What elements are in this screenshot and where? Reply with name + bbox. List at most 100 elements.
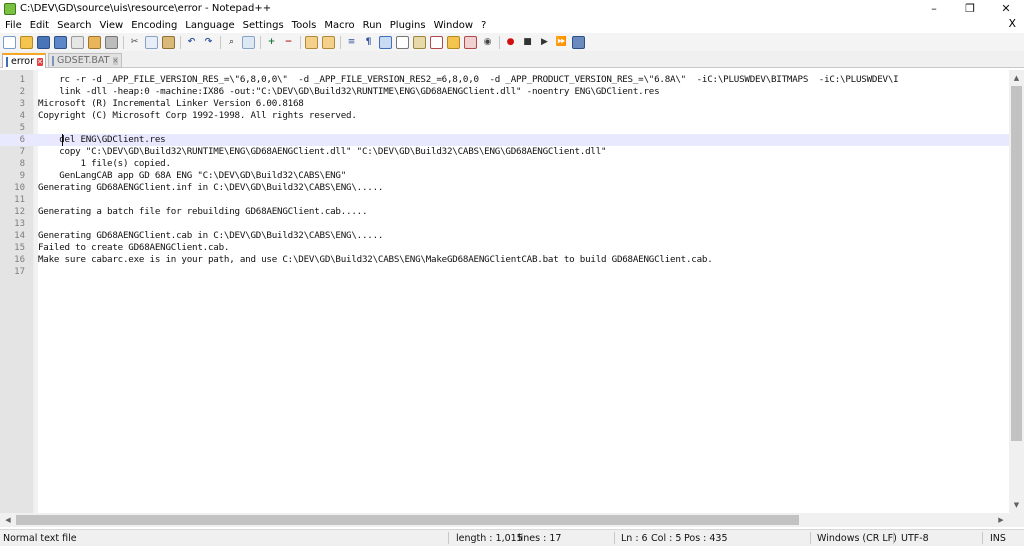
editor-line[interactable]: 4 Copyright (C) Microsoft Corp 1992-1998.…	[0, 110, 1009, 122]
editor-line[interactable]: 8 1 file(s) copied.	[0, 158, 1009, 170]
cut-icon[interactable]: ✂	[128, 36, 141, 49]
scroll-down-icon[interactable]: ▼	[1009, 498, 1024, 512]
function-list-icon[interactable]	[430, 35, 443, 49]
record-macro-icon[interactable]: ●	[504, 36, 517, 49]
scroll-up-icon[interactable]: ▲	[1009, 71, 1024, 85]
line-text[interactable]: Make sure cabarc.exe is in your path, an…	[38, 254, 713, 266]
folder-as-workspace-icon[interactable]	[447, 35, 460, 49]
line-text[interactable]: GenLangCAB app GD 68A ENG "C:\DEV\GD\Bui…	[38, 170, 346, 182]
close-tab-icon[interactable]: ✕	[112, 56, 119, 65]
run-macro-multiple-icon[interactable]: ⏩	[555, 36, 568, 49]
text-editor[interactable]: 1 rc -r -d _APP_FILE_VERSION_RES_=\"6,8,…	[0, 70, 1009, 513]
menu-window[interactable]: Window	[431, 20, 476, 31]
zoom-in-icon[interactable]: +	[265, 36, 278, 49]
close-tab-icon[interactable]: ✕	[37, 57, 43, 66]
user-defined-language-icon[interactable]	[396, 35, 409, 49]
sync-vertical-icon[interactable]	[305, 35, 318, 49]
horizontal-scrollbar[interactable]: ◀ ▶	[0, 513, 1009, 527]
toolbar-separator	[340, 35, 341, 49]
status-insert-mode[interactable]: INS	[990, 533, 1006, 544]
undo-icon[interactable]: ↶	[185, 36, 198, 49]
editor-line[interactable]: 11	[0, 194, 1009, 206]
scroll-left-icon[interactable]: ◀	[1, 513, 15, 527]
vertical-scroll-thumb[interactable]	[1011, 86, 1022, 441]
new-file-icon[interactable]	[3, 35, 16, 49]
vertical-scrollbar[interactable]: ▲ ▼	[1009, 70, 1024, 513]
menu-edit[interactable]: Edit	[27, 20, 52, 31]
status-encoding[interactable]: UTF-8	[901, 533, 929, 544]
menu-encoding[interactable]: Encoding	[128, 20, 180, 31]
menu-macro[interactable]: Macro	[321, 20, 357, 31]
line-text[interactable]: Microsoft (R) Incremental Linker Version…	[38, 98, 304, 110]
menu-settings[interactable]: Settings	[240, 20, 287, 31]
line-text[interactable]: Generating GD68AENGClient.cab in C:\DEV\…	[38, 230, 383, 242]
copy-icon[interactable]	[145, 35, 158, 49]
sync-horizontal-icon[interactable]	[322, 35, 335, 49]
menu-help[interactable]: ?	[478, 20, 489, 31]
line-text[interactable]: Generating GD68AENGClient.inf in C:\DEV\…	[38, 182, 383, 194]
menu-file[interactable]: File	[2, 20, 25, 31]
horizontal-scroll-thumb[interactable]	[16, 515, 799, 525]
print-icon[interactable]	[105, 35, 118, 49]
line-text[interactable]: Generating a batch file for rebuilding G…	[38, 206, 368, 218]
find-icon[interactable]: ⌕	[225, 36, 238, 49]
title-bar: C:\DEV\GD\source\uis\resource\error - No…	[0, 0, 1024, 17]
restore-button[interactable]: ❐	[952, 0, 988, 17]
show-all-chars-icon[interactable]: ¶	[362, 36, 375, 49]
scroll-right-icon[interactable]: ▶	[994, 513, 1008, 527]
line-text[interactable]: copy "C:\DEV\GD\Build32\RUNTIME\ENG\GD68…	[38, 146, 606, 158]
status-divider	[614, 532, 615, 544]
close-document-button[interactable]: X	[1008, 17, 1016, 30]
editor-line[interactable]: 13	[0, 218, 1009, 230]
save-macro-icon[interactable]	[572, 35, 585, 49]
document-monitor-icon[interactable]	[464, 35, 477, 49]
line-text[interactable]: rc -r -d _APP_FILE_VERSION_RES_=\"6,8,0,…	[38, 74, 898, 86]
line-text[interactable]: Copyright (C) Microsoft Corp 1992-1998. …	[38, 110, 357, 122]
toolbar-separator	[300, 35, 301, 49]
editor-line[interactable]: 9 GenLangCAB app GD 68A ENG "C:\DEV\GD\B…	[0, 170, 1009, 182]
line-text[interactable]: 1 file(s) copied.	[38, 158, 171, 170]
editor-line[interactable]: 5	[0, 122, 1009, 134]
line-text[interactable]: del ENG\GDClient.res	[38, 134, 165, 146]
close-icon[interactable]	[71, 35, 84, 49]
menu-search[interactable]: Search	[54, 20, 94, 31]
window-controls: – ❐ ✕	[916, 0, 1024, 17]
close-all-icon[interactable]	[88, 35, 101, 49]
menu-tools[interactable]: Tools	[289, 20, 320, 31]
zoom-out-icon[interactable]: −	[282, 36, 295, 49]
stop-recording-icon[interactable]: ■	[521, 36, 534, 49]
minimize-button[interactable]: –	[916, 0, 952, 17]
editor-line[interactable]: 16 Make sure cabarc.exe is in your path, …	[0, 254, 1009, 266]
menu-plugins[interactable]: Plugins	[387, 20, 429, 31]
redo-icon[interactable]: ↷	[202, 36, 215, 49]
eye-icon[interactable]: ◉	[481, 36, 494, 49]
menu-language[interactable]: Language	[182, 20, 237, 31]
document-map-icon[interactable]	[413, 35, 426, 49]
replace-icon[interactable]	[242, 35, 255, 49]
editor-line[interactable]: 10 Generating GD68AENGClient.inf in C:\DE…	[0, 182, 1009, 194]
menu-run[interactable]: Run	[360, 20, 385, 31]
menu-view[interactable]: View	[96, 20, 126, 31]
save-all-icon[interactable]	[54, 35, 67, 49]
indent-guide-icon[interactable]	[379, 35, 392, 49]
save-icon[interactable]	[37, 35, 50, 49]
playback-macro-icon[interactable]: ▶	[538, 36, 551, 49]
word-wrap-icon[interactable]: ≡	[345, 36, 358, 49]
paste-icon[interactable]	[162, 35, 175, 49]
editor-line[interactable]: 17	[0, 266, 1009, 278]
editor-line[interactable]: 12 Generating a batch file for rebuilding…	[0, 206, 1009, 218]
editor-line[interactable]: 6 del ENG\GDClient.res	[0, 134, 1009, 146]
editor-line[interactable]: 7 copy "C:\DEV\GD\Build32\RUNTIME\ENG\GD…	[0, 146, 1009, 158]
editor-line[interactable]: 3 Microsoft (R) Incremental Linker Versio…	[0, 98, 1009, 110]
close-window-button[interactable]: ✕	[988, 0, 1024, 17]
open-file-icon[interactable]	[20, 35, 33, 49]
editor-line[interactable]: 14 Generating GD68AENGClient.cab in C:\DE…	[0, 230, 1009, 242]
line-text[interactable]: Failed to create GD68AENGClient.cab.	[38, 242, 229, 254]
tab-error[interactable]: error ✕	[2, 53, 46, 68]
status-eol-format[interactable]: Windows (CR LF)	[817, 533, 897, 544]
editor-line[interactable]: 2 link -dll -heap:0 -machine:IX86 -out:"…	[0, 86, 1009, 98]
tab-gdset-bat[interactable]: GDSET.BAT ✕	[48, 53, 122, 68]
line-text[interactable]: link -dll -heap:0 -machine:IX86 -out:"C:…	[38, 86, 659, 98]
editor-line[interactable]: 15 Failed to create GD68AENGClient.cab.	[0, 242, 1009, 254]
editor-line[interactable]: 1 rc -r -d _APP_FILE_VERSION_RES_=\"6,8,…	[0, 74, 1009, 86]
